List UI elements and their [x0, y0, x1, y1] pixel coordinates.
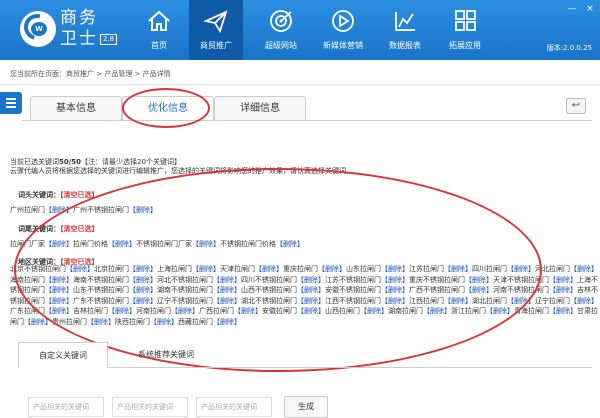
paper-plane-icon: [203, 10, 228, 33]
nav-item-reports[interactable]: 数据报表: [378, 0, 432, 60]
divider: [0, 84, 600, 85]
close-button[interactable]: ×: [584, 4, 596, 14]
keyword-input-3[interactable]: 产品相关的关键词: [196, 397, 272, 417]
grid-icon: [455, 10, 476, 31]
version-badge: 2.8: [100, 34, 118, 45]
nav-item-extensions[interactable]: 拓展应用: [438, 0, 492, 60]
menu-toggle-button[interactable]: [0, 92, 22, 114]
delete-keyword-link[interactable]: 【删除】: [549, 307, 577, 315]
back-button[interactable]: ↩: [566, 98, 586, 114]
tab-detail-info[interactable]: 详细信息: [214, 96, 306, 120]
keyword-chip: 辽宁拉闸门: [535, 296, 570, 305]
generate-button[interactable]: 生成: [284, 396, 328, 418]
chart-icon: [395, 12, 415, 31]
nav-label: 首页: [151, 41, 167, 50]
delete-keyword-link[interactable]: 【删除】: [549, 286, 577, 294]
minimize-button[interactable]: —: [566, 4, 578, 14]
nav-label: 拓展应用: [449, 41, 481, 50]
tab-recommended-keywords[interactable]: 系统推荐关键词: [118, 342, 214, 368]
target-icon: [270, 10, 292, 32]
keyword-chip: 广州拉闸门: [10, 206, 45, 214]
nav-item-new-media[interactable]: 新媒体营销: [316, 0, 370, 60]
nav-label: 商贸推广: [200, 41, 232, 50]
delete-keyword-link[interactable]: 【删除】: [549, 276, 577, 284]
app-header: W 商务 卫士 2.8 首页 商贸推广 超级网站 新媒体营销 数据报表 拓展应用…: [0, 0, 600, 60]
nav-label: 新媒体营销: [323, 41, 363, 50]
tabs-divider: [22, 120, 592, 121]
tab-basic-info[interactable]: 基本信息: [30, 96, 122, 120]
hamburger-icon: [6, 98, 16, 100]
delete-keyword-link[interactable]: 【删除】: [570, 265, 598, 273]
app-title-line1: 商务: [60, 8, 98, 28]
nav-item-super-website[interactable]: 超级网站: [254, 0, 308, 60]
nav-item-trade-promotion[interactable]: 商贸推广: [189, 0, 243, 60]
keyword-input-1[interactable]: 产品相关的关键词: [28, 397, 104, 417]
delete-keyword-link[interactable]: 【删除】: [570, 297, 598, 305]
nav-item-home[interactable]: 首页: [132, 0, 186, 60]
home-icon: [148, 10, 170, 31]
keyword-input-2[interactable]: 产品相关的关键词: [112, 397, 188, 417]
tab-custom-keywords[interactable]: 自定义关键词: [18, 342, 108, 368]
breadcrumb: 您当前所在页面：商贸推广 > 产品管理 > 产品详情: [10, 70, 171, 78]
nav-label: 超级网站: [265, 41, 297, 50]
logo-w-icon: W: [31, 22, 47, 36]
annotation-circle-tab: [122, 88, 210, 128]
play-icon: [332, 10, 354, 32]
version-text: 版本:2.0.0.25: [546, 44, 592, 52]
nav-label: 数据报表: [389, 41, 421, 50]
sub-tabs-divider: [108, 367, 592, 368]
